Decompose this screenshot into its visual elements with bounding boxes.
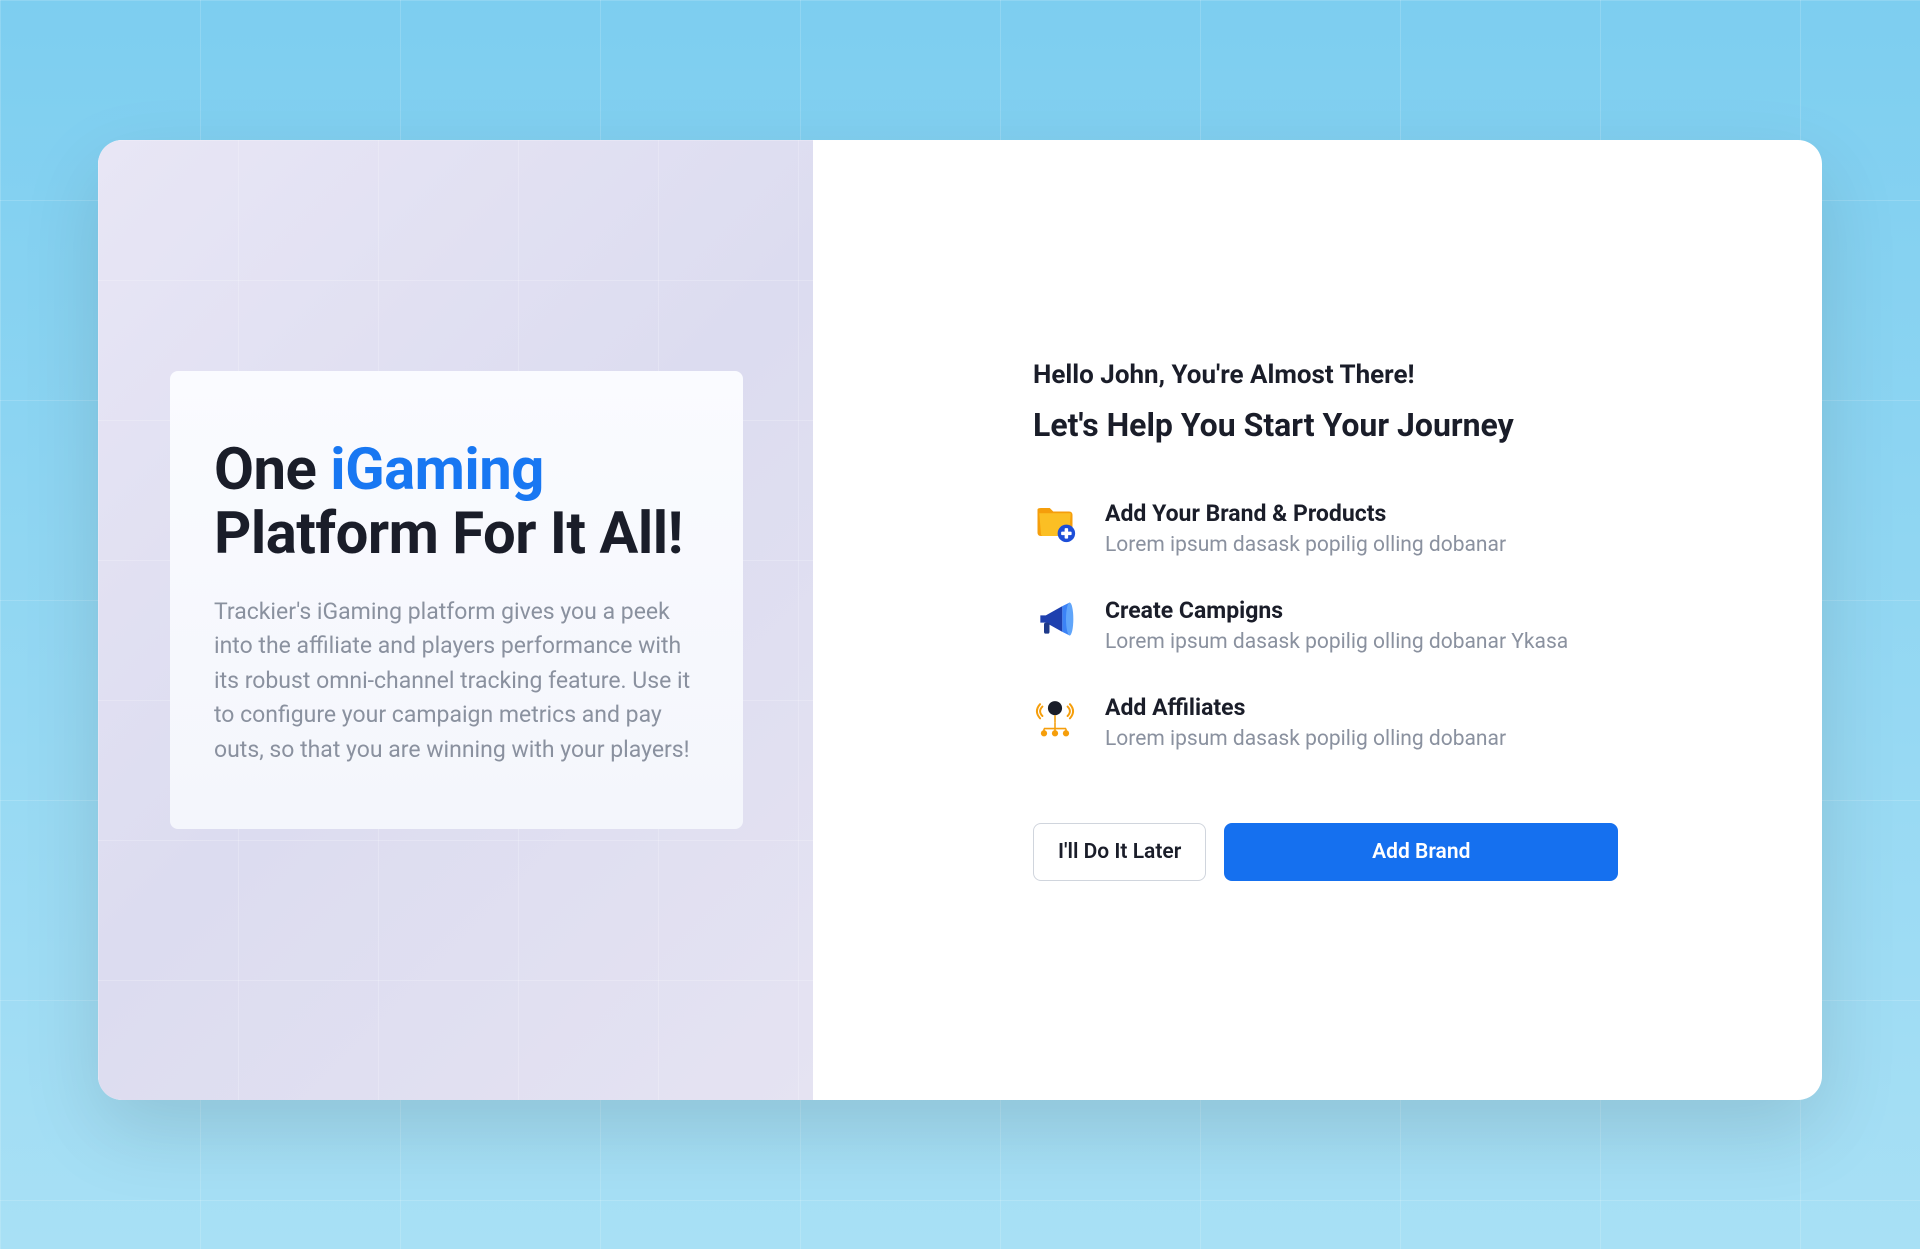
step-content: Add Your Brand & Products Lorem ipsum da… [1105,500,1722,557]
do-it-later-button[interactable]: I'll Do It Later [1033,823,1206,881]
left-feature-panel: One iGaming Platform For It All! Trackie… [98,140,813,1100]
megaphone-icon [1033,597,1077,641]
button-row: I'll Do It Later Add Brand [1033,823,1722,881]
step-description: Lorem ipsum dasask popilig olling dobana… [1105,727,1722,751]
feature-card: One iGaming Platform For It All! Trackie… [170,371,743,829]
step-title: Create Campigns [1105,597,1722,624]
step-title: Add Affiliates [1105,694,1722,721]
subtitle-text: Let's Help You Start Your Journey [1033,406,1722,444]
step-description: Lorem ipsum dasask popilig olling dobana… [1105,533,1722,557]
add-brand-button[interactable]: Add Brand [1224,823,1618,881]
affiliate-network-icon [1033,694,1077,738]
title-part1: One [214,436,330,504]
step-item-brand: Add Your Brand & Products Lorem ipsum da… [1033,500,1722,557]
title-part2: Platform For It All! [214,500,683,568]
folder-plus-icon [1033,500,1077,544]
steps-list: Add Your Brand & Products Lorem ipsum da… [1033,500,1722,751]
right-onboarding-panel: Hello John, You're Almost There! Let's H… [813,140,1822,1100]
step-title: Add Your Brand & Products [1105,500,1722,527]
step-item-campaigns: Create Campigns Lorem ipsum dasask popil… [1033,597,1722,654]
onboarding-modal: One iGaming Platform For It All! Trackie… [98,140,1822,1100]
feature-title: One iGaming Platform For It All! [214,439,699,567]
step-content: Create Campigns Lorem ipsum dasask popil… [1105,597,1722,654]
title-highlight: iGaming [330,436,544,504]
step-item-affiliates: Add Affiliates Lorem ipsum dasask popili… [1033,694,1722,751]
greeting-text: Hello John, You're Almost There! [1033,360,1722,390]
step-content: Add Affiliates Lorem ipsum dasask popili… [1105,694,1722,751]
feature-description: Trackier's iGaming platform gives you a … [214,595,699,768]
step-description: Lorem ipsum dasask popilig olling dobana… [1105,630,1722,654]
